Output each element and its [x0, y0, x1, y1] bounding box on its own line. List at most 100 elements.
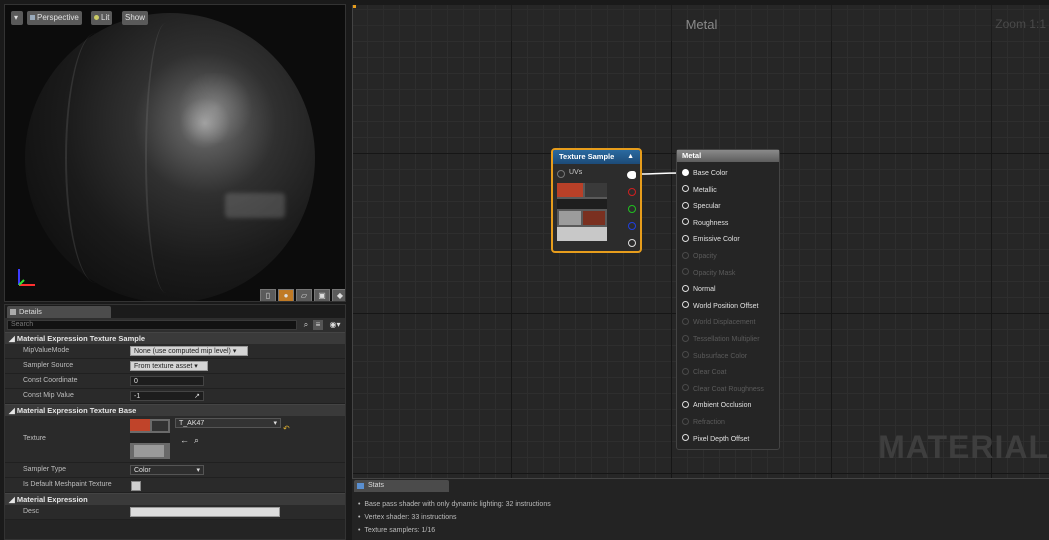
metal-input-pin[interactable]: Pixel Depth Offset [682, 434, 749, 446]
browse-search-icon[interactable]: ⌕ [194, 435, 199, 446]
alpha-output-pin[interactable] [628, 239, 636, 247]
pin-label: Opacity Mask [693, 269, 736, 277]
property-label: Is Default Meshpaint Texture [23, 481, 112, 488]
property-label: Desc [23, 508, 39, 515]
details-tab[interactable]: Details [7, 306, 111, 318]
property-row-sampler-type: Sampler Type Color ▾ [5, 463, 345, 478]
texture-thumbnail[interactable] [130, 419, 170, 459]
pin-connector-icon[interactable] [682, 367, 689, 375]
viewport-menu-button[interactable]: ▾ [11, 11, 23, 25]
blue-output-pin[interactable] [628, 222, 636, 230]
details-search-input[interactable]: Search [7, 320, 297, 330]
metal-input-pin[interactable]: Base Color [682, 168, 728, 180]
pin-connector-icon[interactable] [682, 384, 689, 392]
metal-input-pin[interactable]: Roughness [682, 218, 728, 230]
metal-input-pin[interactable]: Emissive Color [682, 234, 740, 246]
texture-preview-thumbnail [557, 183, 607, 241]
perspective-label: Perspective [37, 13, 79, 22]
pin-label: Roughness [693, 219, 729, 227]
sampler-type-dropdown[interactable]: Color ▾ [130, 465, 204, 475]
red-output-pin[interactable] [628, 188, 636, 196]
metal-input-pin[interactable]: Tessellation Multiplier [682, 334, 760, 346]
pin-connector-icon[interactable] [682, 401, 689, 409]
texture-asset-dropdown[interactable]: T_AK47 ▾ [175, 418, 281, 428]
cube-icon[interactable]: ▣ [314, 289, 330, 301]
metal-input-pin[interactable]: World Position Offset [682, 301, 759, 313]
stats-line: • Vertex shader: 33 instructions [358, 514, 457, 521]
details-tab-label: Details [19, 307, 42, 316]
pin-connector-icon[interactable] [682, 417, 689, 425]
pin-connector-icon[interactable] [682, 434, 689, 442]
section-header-texture-sample[interactable]: ◢ Material Expression Texture Sample [5, 332, 345, 344]
material-watermark: MATERIAL [878, 429, 1049, 465]
pin-connector-icon[interactable] [682, 334, 689, 342]
green-output-pin[interactable] [628, 205, 636, 213]
perspective-button[interactable]: Perspective [27, 11, 82, 25]
material-graph-canvas[interactable]: Metal Zoom 1:1 Texture Sample ▲ UVs Meta… [352, 5, 1049, 478]
plane-icon[interactable]: ▱ [296, 289, 312, 301]
sampler-type-text: Color [134, 467, 151, 474]
stats-tab[interactable]: Stats [354, 480, 449, 492]
chevron-down-icon: ▾ [273, 420, 277, 427]
default-meshpaint-checkbox[interactable] [131, 481, 141, 491]
texture-sample-node[interactable]: Texture Sample ▲ UVs [551, 148, 642, 253]
search-icon[interactable]: ⌕ [301, 320, 311, 330]
reset-arrow-icon[interactable]: ↗ [194, 392, 200, 402]
pin-connector-icon[interactable] [682, 351, 689, 359]
sampler-source-dropdown[interactable]: From texture asset ▾ [130, 361, 208, 371]
metal-input-pin[interactable]: Clear Coat [682, 367, 726, 379]
pin-connector-icon[interactable] [682, 201, 689, 209]
section-header-material-expression[interactable]: ◢ Material Expression [5, 493, 345, 505]
pin-connector-icon[interactable] [682, 185, 689, 193]
collapse-arrow-icon[interactable]: ▲ [627, 150, 634, 164]
property-label: Sampler Type [23, 466, 67, 473]
texture-sample-node-header[interactable]: Texture Sample ▲ [553, 150, 640, 164]
const-coordinate-field[interactable]: 0 [130, 376, 204, 386]
metal-input-pin[interactable]: Subsurface Color [682, 351, 747, 363]
material-preview-viewport[interactable]: ▾ Perspective Lit Show ▯ ● ▱ ▣ ◆ [4, 4, 346, 302]
desc-text-field[interactable] [130, 507, 280, 517]
teapot-icon[interactable]: ◆ [332, 289, 345, 301]
pin-connector-icon[interactable] [682, 251, 689, 259]
reset-to-default-icon[interactable]: ↶ [283, 424, 290, 433]
metal-input-pin[interactable]: Ambient Occlusion [682, 400, 751, 412]
lit-button[interactable]: Lit [91, 11, 113, 25]
section-header-texture-base[interactable]: ◢ Material Expression Texture Base [5, 404, 345, 416]
metal-input-pin[interactable]: Metallic [682, 185, 717, 197]
mip-value-mode-dropdown[interactable]: None (use computed mip level) ▾ [130, 346, 248, 356]
cylinder-icon[interactable]: ▯ [260, 289, 276, 301]
eye-icon[interactable]: ◉▾ [327, 320, 343, 330]
const-mip-value-field[interactable]: -1 ↗ [130, 391, 204, 401]
pin-label: Ambient Occlusion [693, 402, 752, 410]
rgb-output-pin[interactable] [627, 171, 636, 179]
pin-connector-icon[interactable] [682, 284, 689, 292]
metal-input-pin[interactable]: Opacity Mask [682, 268, 735, 280]
pin-connector-icon[interactable] [682, 168, 689, 176]
metal-result-node[interactable]: Metal Base Color Metallic Specular Roughnes… [676, 149, 780, 450]
pin-connector-icon[interactable] [682, 301, 689, 309]
pin-connector-icon[interactable] [682, 318, 689, 326]
pin-label: Specular [693, 203, 721, 211]
view-options-icon[interactable]: ≡ [313, 320, 323, 330]
property-label: Const Coordinate [23, 377, 78, 384]
uvs-input-pin[interactable] [557, 170, 565, 178]
metal-input-pin[interactable]: Clear Coat Roughness [682, 384, 764, 396]
metal-input-pin[interactable]: Refraction [682, 417, 725, 429]
details-search-row: Search ⌕ ≡ ◉▾ [5, 318, 345, 332]
use-selected-arrow-icon[interactable]: ← [180, 435, 189, 445]
pin-connector-icon[interactable] [682, 235, 689, 243]
property-row-texture: Texture T_AK47 ▾ ↶ ← ⌕ [5, 416, 345, 463]
sphere-icon[interactable]: ● [278, 289, 294, 301]
stats-panel: Stats • Base pass shader with only dynam… [352, 478, 1049, 540]
metal-input-pin[interactable]: Normal [682, 284, 716, 296]
pin-label: Metallic [693, 186, 717, 194]
pin-connector-icon[interactable] [682, 218, 689, 226]
metal-input-pin[interactable]: World Displacement [682, 317, 756, 329]
show-button[interactable]: Show [122, 11, 149, 25]
metal-input-pin[interactable]: Opacity [682, 251, 717, 263]
metal-node-title: Metal [677, 150, 779, 162]
pin-connector-icon[interactable] [682, 268, 689, 276]
preview-sphere[interactable] [25, 13, 315, 301]
texture-asset-name: T_AK47 [179, 420, 205, 427]
metal-input-pin[interactable]: Specular [682, 201, 721, 213]
